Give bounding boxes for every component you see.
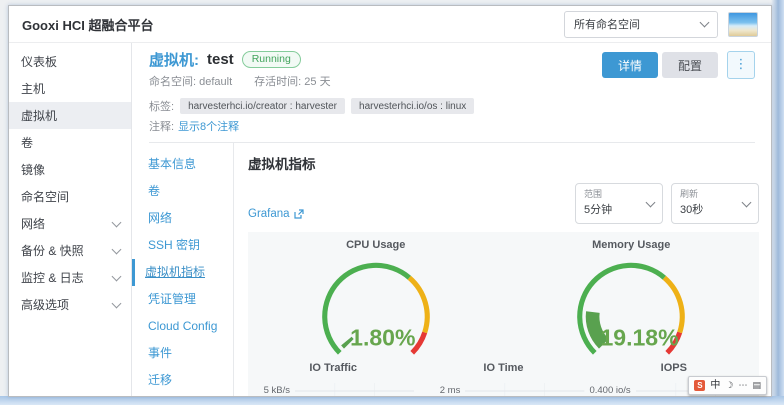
cpu-usage-gauge: CPU Usage 1.80%: [248, 237, 504, 361]
vm-actions: 详情 配置 ⋮: [602, 51, 755, 79]
sidebar-item-backup-snapshot[interactable]: 备份 & 快照: [9, 237, 131, 264]
window-glow-right: [771, 0, 784, 405]
namespace-meta: 命名空间: default: [149, 73, 232, 89]
range-select[interactable]: 范围 5分钟: [575, 183, 663, 224]
charts-row: IO Traffic 5 kB/s 4 kB/s 3 kB/s: [248, 362, 759, 396]
main-layout: 仪表板 主机 虚拟机 卷 镜像 命名空间 网络 备份 & 快照 监控 & 日志 …: [9, 43, 771, 396]
ime-logo-icon[interactable]: S: [694, 380, 705, 391]
window-glow-bottom: [0, 396, 784, 405]
top-header: Gooxi HCI 超融合平台 所有命名空间: [9, 6, 771, 43]
show-annotations-link[interactable]: 显示8个注释: [178, 121, 239, 133]
header-right: 所有命名空间: [564, 11, 758, 38]
tab-ssh-keys[interactable]: SSH 密钥: [132, 232, 233, 259]
ime-language-mode[interactable]: 中: [710, 381, 720, 391]
gauge-value: 19.18%: [601, 325, 679, 351]
tab-migration[interactable]: 迁移: [132, 367, 233, 394]
user-avatar[interactable]: [728, 12, 758, 37]
grafana-link[interactable]: Grafana: [248, 208, 304, 220]
tab-vm-metrics[interactable]: 虚拟机指标: [132, 259, 233, 286]
area-chart: [465, 381, 584, 396]
sidebar-item-namespaces[interactable]: 命名空间: [9, 183, 131, 210]
metrics-panel: 虚拟机指标 Grafana 范围 5分钟: [234, 143, 771, 396]
gauges-row: CPU Usage 1.80% Memory Usage 19.18%: [248, 237, 759, 361]
chart-title: IOPS: [589, 362, 759, 374]
main-content: 虚拟机: test Running 命名空间: default 存活时间: 25…: [132, 43, 771, 396]
detail-area: 基本信息 卷 网络 SSH 密钥 虚拟机指标 凭证管理 Cloud Config…: [132, 143, 771, 396]
resource-type-label: 虚拟机:: [149, 49, 199, 70]
detail-nav: 基本信息 卷 网络 SSH 密钥 虚拟机指标 凭证管理 Cloud Config…: [132, 143, 234, 396]
app-window: Gooxi HCI 超融合平台 所有命名空间 仪表板 主机 虚拟机 卷 镜像 命…: [8, 5, 772, 397]
tab-networks[interactable]: 网络: [132, 205, 233, 232]
namespace-filter-value: 所有命名空间: [574, 16, 640, 32]
memory-gauge-chart: 19.18%: [537, 250, 725, 361]
tag-pill: harvesterhci.io/os : linux: [351, 98, 474, 114]
sidebar-item-advanced[interactable]: 高级选项: [9, 291, 131, 318]
chevron-down-icon: [742, 198, 752, 208]
area-chart: [295, 381, 414, 396]
sidebar-item-images[interactable]: 镜像: [9, 156, 131, 183]
tab-credentials[interactable]: 凭证管理: [132, 286, 233, 313]
tag-pill: harvesterhci.io/creator : harvester: [180, 98, 345, 114]
ime-toolbar[interactable]: S 中 ☽ ⋯ ▤: [688, 376, 767, 395]
tags-label: 标签:: [149, 98, 174, 114]
details-button[interactable]: 详情: [602, 52, 658, 78]
vm-header: 虚拟机: test Running 命名空间: default 存活时间: 25…: [132, 43, 771, 143]
metrics-title: 虚拟机指标: [248, 153, 759, 173]
y-axis-labels: 5 kB/s 4 kB/s 3 kB/s: [248, 381, 295, 396]
vm-name: test: [207, 51, 234, 68]
gauge-value: 1.80%: [350, 325, 415, 351]
chart-title: IO Time: [418, 362, 588, 374]
chart-title: IO Traffic: [248, 362, 418, 374]
tab-basic-info[interactable]: 基本信息: [132, 151, 233, 178]
sidebar-item-monitoring-logs[interactable]: 监控 & 日志: [9, 264, 131, 291]
memory-usage-gauge: Memory Usage 19.18%: [504, 237, 760, 361]
sidebar-item-volumes[interactable]: 卷: [9, 129, 131, 156]
chevron-down-icon: [700, 18, 710, 28]
sidebar-item-hosts[interactable]: 主机: [9, 75, 131, 102]
status-badge: Running: [242, 51, 301, 68]
sidebar-item-dashboard[interactable]: 仪表板: [9, 48, 131, 75]
age-meta: 存活时间: 25 天: [254, 73, 330, 89]
tags-row: 标签: harvesterhci.io/creator : harvester …: [149, 98, 755, 114]
y-axis-labels: 0.400 io/s 0.300 io/s 0.200 io/s: [589, 381, 636, 396]
metrics-selects: 范围 5分钟 刷新 30秒: [575, 183, 759, 224]
chevron-down-icon: [112, 218, 122, 228]
annotations-label: 注释:: [149, 121, 174, 133]
ime-halfwidth-icon[interactable]: ☽: [725, 381, 733, 390]
sidebar: 仪表板 主机 虚拟机 卷 镜像 命名空间 网络 备份 & 快照 监控 & 日志 …: [9, 43, 132, 396]
metrics-canvas: CPU Usage 1.80% Memory Usage 19.18%: [248, 232, 759, 396]
cpu-gauge-chart: 1.80%: [282, 250, 470, 361]
chevron-down-icon: [112, 299, 122, 309]
sidebar-item-virtual-machines[interactable]: 虚拟机: [9, 102, 131, 129]
config-button[interactable]: 配置: [662, 52, 718, 78]
tab-cloud-config[interactable]: Cloud Config: [132, 313, 233, 340]
annotations-row: 注释: 显示8个注释: [149, 118, 755, 134]
refresh-select[interactable]: 刷新 30秒: [671, 183, 759, 224]
ime-keyboard-icon[interactable]: ▤: [752, 381, 761, 390]
io-time-chart: IO Time 2 ms 1.50 ms 1 ms: [418, 362, 588, 396]
io-traffic-chart: IO Traffic 5 kB/s 4 kB/s 3 kB/s: [248, 362, 418, 396]
external-link-icon: [294, 209, 304, 219]
chevron-down-icon: [112, 272, 122, 282]
metrics-controls: Grafana 范围 5分钟 刷新 30秒: [248, 183, 759, 224]
ime-more-icon[interactable]: ⋯: [738, 381, 747, 390]
kebab-menu-button[interactable]: ⋮: [727, 51, 755, 79]
sidebar-item-networks[interactable]: 网络: [9, 210, 131, 237]
chevron-down-icon: [646, 198, 656, 208]
section-divider: [149, 142, 755, 143]
chevron-down-icon: [112, 245, 122, 255]
tab-events[interactable]: 事件: [132, 340, 233, 367]
tab-volumes[interactable]: 卷: [132, 178, 233, 205]
brand-title: Gooxi HCI 超融合平台: [22, 15, 153, 34]
y-axis-labels: 2 ms 1.50 ms 1 ms: [418, 381, 465, 396]
namespace-filter-select[interactable]: 所有命名空间: [564, 11, 718, 38]
